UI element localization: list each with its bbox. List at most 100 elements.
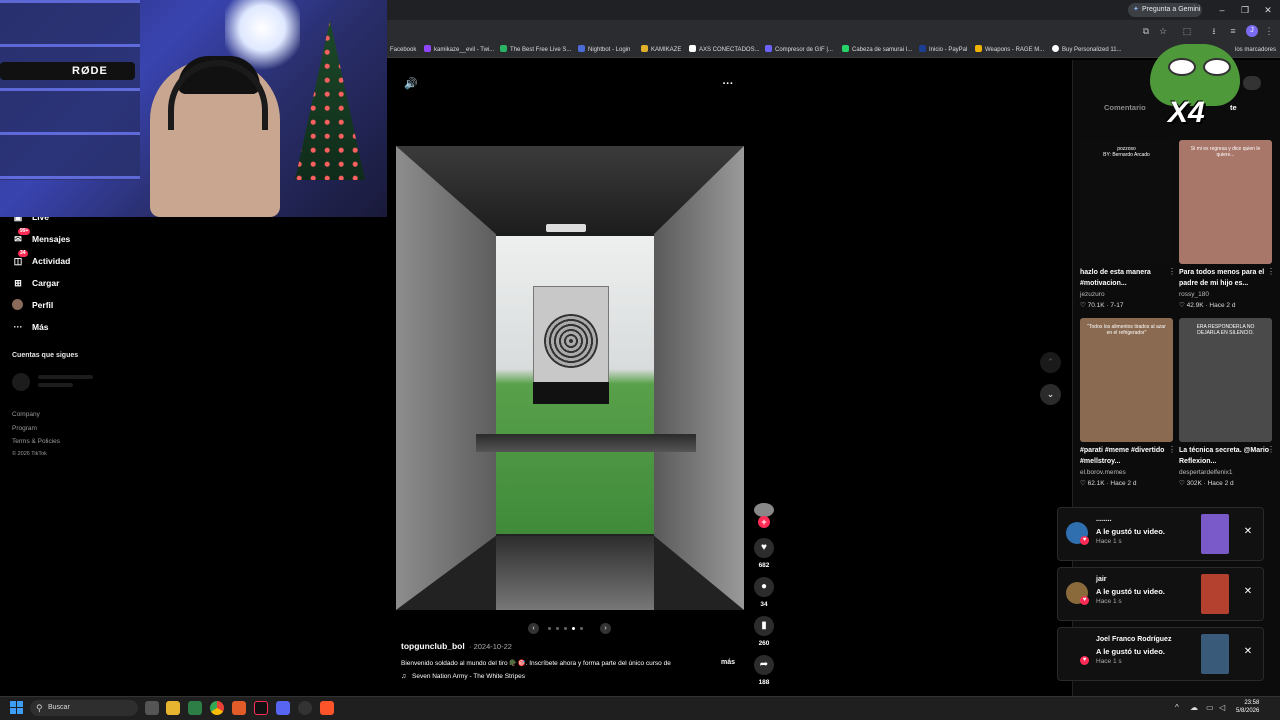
sidebar-item-profile[interactable]: Perfil — [12, 298, 53, 312]
bookmark-item[interactable]: Buy Personalized 11... — [1052, 44, 1122, 56]
video-username[interactable]: despertardelfenix1 — [1179, 469, 1232, 476]
photo-dot[interactable] — [548, 627, 551, 630]
bookmark-item[interactable]: AXS CONECTADOS... — [689, 44, 760, 56]
windows-start-icon[interactable] — [10, 701, 23, 714]
bookmark-item[interactable]: Nightbot - Login — [578, 44, 630, 56]
sidebar-item-activity[interactable]: ◫ 34 Actividad — [12, 250, 70, 268]
video-more-icon[interactable]: ⋮ — [1267, 267, 1275, 276]
footer-company-link[interactable]: Company — [12, 411, 40, 418]
save-button[interactable]: ▮ — [754, 616, 774, 636]
task-view-icon[interactable] — [145, 701, 159, 715]
next-video-button[interactable]: ⌄ — [1040, 384, 1061, 405]
video-thumbnail[interactable]: ERA RESPONDERLA NO DEJARLA EN SILENCIO. — [1179, 318, 1272, 442]
extensions-icon[interactable]: ⬚ — [1181, 25, 1193, 37]
footer-program-link[interactable]: Program — [12, 425, 37, 432]
like-notification[interactable]: ♥ Joel Franco Rodríguez A le gustó tu vide… — [1057, 627, 1264, 681]
video-more-icon[interactable]: ⋮ — [1267, 445, 1275, 454]
bookmark-item[interactable]: Inicio - PayPal — [919, 44, 967, 56]
next-photo-button[interactable]: › — [600, 623, 611, 634]
bookmark-item[interactable]: Weapons - RAGE M... — [975, 44, 1044, 56]
notification-video-thumb[interactable] — [1201, 514, 1229, 554]
like-button[interactable]: ♥ — [754, 538, 774, 558]
chrome-menu-icon[interactable]: ⋮ — [1263, 25, 1275, 37]
video-title[interactable]: Para todos menos para el padre de mi hij… — [1179, 267, 1271, 289]
share-button[interactable]: ➦ — [754, 655, 774, 675]
close-icon[interactable]: ✕ — [1242, 646, 1254, 658]
caption-more-button[interactable]: más — [721, 659, 735, 666]
close-icon[interactable]: ✕ — [1242, 586, 1254, 598]
tiktok-icon[interactable] — [254, 701, 268, 715]
video-more-icon[interactable]: ⋮ — [1168, 267, 1176, 276]
brave-icon[interactable] — [320, 701, 334, 715]
photo-dot[interactable] — [580, 627, 583, 630]
minimize-icon[interactable]: – — [1215, 3, 1229, 17]
file-explorer-icon[interactable] — [166, 701, 180, 715]
video-player[interactable] — [396, 146, 744, 610]
like-notification[interactable]: ♥........ A le gustó tu video. Hace 1 s ✕ — [1057, 507, 1264, 561]
video-more-icon[interactable]: ⋮ — [1168, 445, 1176, 454]
sidebar-item-messages[interactable]: ✉ 99+ Mensajes — [12, 228, 70, 246]
bookmark-star-icon[interactable]: ☆ — [1157, 25, 1169, 37]
download-icon[interactable]: ⭳ — [1208, 25, 1220, 37]
close-window-icon[interactable]: ✕ — [1261, 3, 1275, 17]
notification-video-thumb[interactable] — [1201, 634, 1229, 674]
clock-time: 23:58 — [1244, 700, 1260, 706]
taskbar-search[interactable]: Buscar — [30, 700, 138, 716]
follow-plus-icon[interactable]: + — [758, 516, 770, 528]
chevron-up-icon: ⌃ — [1046, 357, 1055, 367]
discord-icon[interactable] — [276, 701, 290, 715]
close-icon[interactable]: ✕ — [1242, 526, 1254, 538]
sidebar-item-upload[interactable]: ⊞ Cargar — [12, 276, 59, 290]
tab-creator-videos[interactable]: te — [1230, 103, 1237, 112]
video-thumbnail[interactable]: Si mi ex regresa y dice quien le quiere.… — [1179, 140, 1272, 264]
bookmark-item[interactable]: KAMIKAZE — [641, 44, 681, 56]
notification-video-thumb[interactable] — [1201, 574, 1229, 614]
volume-tray-icon[interactable]: ◁ — [1219, 703, 1225, 712]
panel-avatar[interactable] — [1243, 76, 1261, 90]
video-thumbnail[interactable]: "Todos los alimentos tirados al azar en … — [1080, 318, 1173, 442]
obs-icon[interactable] — [298, 701, 312, 715]
store-icon[interactable] — [188, 701, 202, 715]
volume-icon[interactable]: 🔊 — [404, 77, 420, 91]
like-notification[interactable]: ♥ jair A le gustó tu video. Hace 1 s ✕ — [1057, 567, 1264, 621]
tab-comments[interactable]: Comentario — [1104, 103, 1146, 112]
video-likes: 62.1K — [1087, 480, 1105, 487]
tray-chevron-icon[interactable]: ^ — [1175, 703, 1179, 712]
maximize-icon[interactable]: ❐ — [1238, 3, 1252, 17]
video-thumbnail[interactable]: pozzoso BY: Bernardo Arcado — [1080, 140, 1173, 264]
video-title[interactable]: La técnica secreta. @Mario Reflexion... — [1179, 445, 1271, 467]
bookmark-item[interactable]: kamikaze__evil - Twi... — [424, 44, 494, 56]
previous-video-button[interactable]: ⌃ — [1040, 352, 1061, 373]
tray-app-icon[interactable]: ☁ — [1190, 703, 1198, 712]
app-icon[interactable] — [232, 701, 246, 715]
bookmark-item[interactable]: Compresor de GIF |... — [765, 44, 833, 56]
video-username[interactable]: rossy_180 — [1179, 291, 1209, 298]
video-username[interactable]: jezuzuro — [1080, 291, 1105, 298]
more-options-icon[interactable]: ··· — [720, 77, 736, 91]
post-author[interactable]: topgunclub_bol — [401, 641, 465, 651]
chrome-icon[interactable] — [210, 701, 224, 715]
footer-terms-link[interactable]: Terms & Policies — [12, 438, 60, 445]
cast-icon[interactable]: ⧉ — [1140, 25, 1152, 37]
chrome-profile-avatar[interactable]: J — [1246, 25, 1258, 37]
photo-dot[interactable] — [564, 627, 567, 630]
prev-photo-button[interactable]: ‹ — [528, 623, 539, 634]
bookmark-item[interactable]: The Best Free Live S... — [500, 44, 571, 56]
video-username[interactable]: el.borov.memes — [1080, 469, 1126, 476]
share-count: 188 — [758, 679, 770, 686]
comment-button[interactable]: ● — [754, 577, 774, 597]
media-icon[interactable]: ≡ — [1227, 25, 1239, 37]
network-icon[interactable]: ▭ — [1206, 703, 1214, 712]
video-title[interactable]: hazlo de esta manera #motivacion... — [1080, 267, 1172, 289]
video-title[interactable]: #parati #meme #divertido #mellstroy... — [1080, 445, 1172, 467]
gemini-button[interactable]: Pregunta a Gemini — [1128, 3, 1202, 17]
bookmark-item[interactable]: Cabeza de samurai I... — [842, 44, 912, 56]
bookmark-item[interactable]: Facebook — [390, 44, 416, 56]
bookmarks-folder[interactable]: los marcadores — [1235, 44, 1276, 56]
creator-avatar[interactable] — [754, 503, 774, 517]
photo-dot[interactable] — [556, 627, 559, 630]
post-music[interactable]: Seven Nation Army - The White Stripes — [412, 673, 525, 680]
photo-dot[interactable] — [572, 627, 575, 630]
sidebar-item-more[interactable]: ··· Más — [12, 320, 49, 334]
taskbar-clock[interactable]: 23:58 5/8/2026 — [1236, 699, 1259, 715]
